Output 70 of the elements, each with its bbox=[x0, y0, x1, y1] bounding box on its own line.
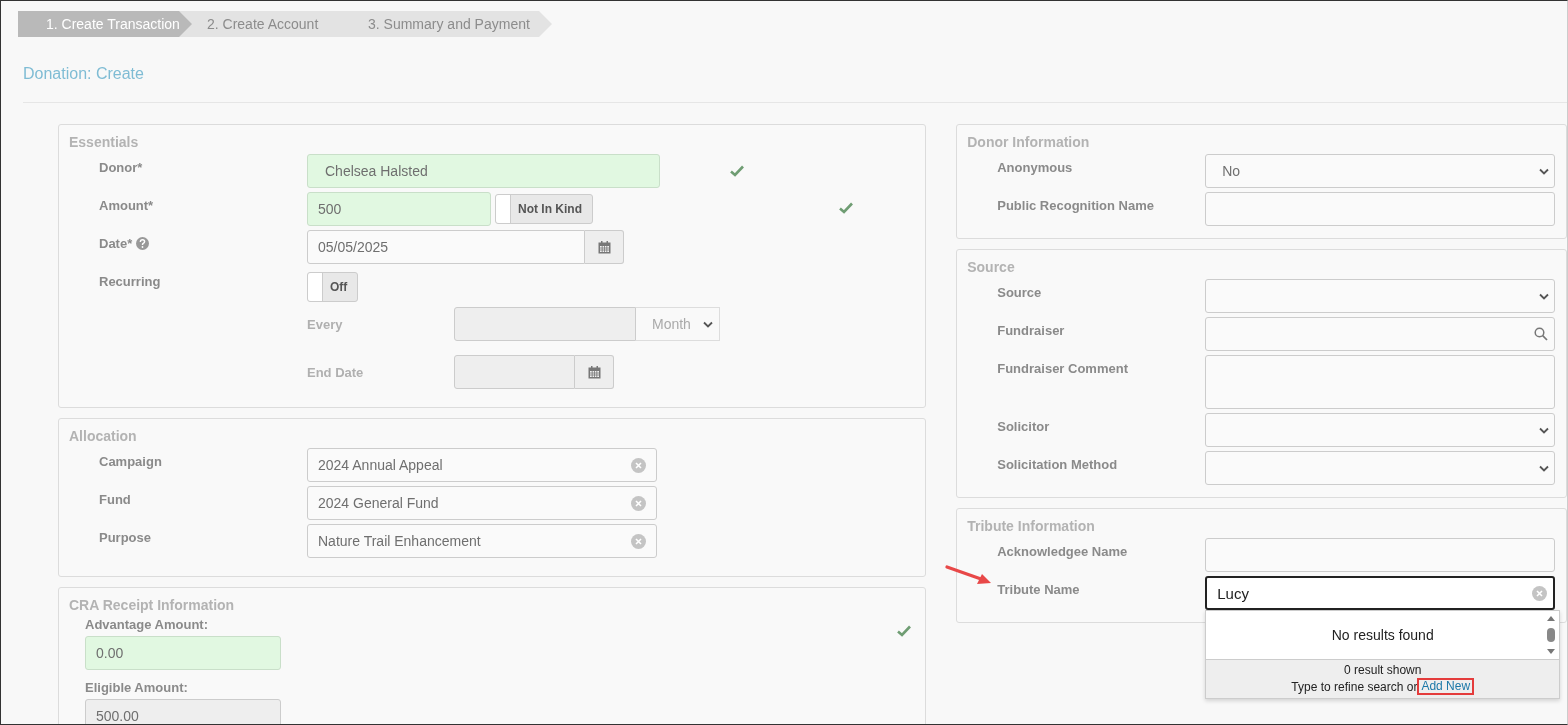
field-label: Fund bbox=[99, 492, 131, 507]
field-label: Campaign bbox=[99, 454, 162, 469]
result-count: 0 result shown bbox=[1344, 662, 1422, 678]
chevron-down-icon bbox=[1539, 292, 1550, 300]
clear-icon[interactable] bbox=[1532, 585, 1548, 601]
empty-message: No results found bbox=[1331, 627, 1434, 643]
dropdown-select[interactable]: No bbox=[1205, 154, 1556, 188]
clear-icon[interactable] bbox=[631, 495, 646, 511]
field-label: Eligible Amount: bbox=[85, 680, 189, 695]
scrollbar-icon[interactable] bbox=[1545, 614, 1558, 656]
chevron-down-icon bbox=[1539, 167, 1550, 175]
toggle-switch[interactable]: Not In Kind bbox=[495, 194, 593, 224]
field-label: Every bbox=[307, 316, 344, 332]
help-icon[interactable] bbox=[136, 237, 150, 250]
text-field[interactable] bbox=[1205, 538, 1556, 572]
field-label: Solicitation Method bbox=[997, 457, 1118, 472]
chevron-down-icon bbox=[703, 320, 713, 328]
date-field[interactable]: 05/05/2025 bbox=[307, 230, 585, 264]
field-label: Recurring bbox=[99, 274, 161, 289]
chevron-down-icon bbox=[1539, 426, 1550, 434]
dropdown-select[interactable] bbox=[1205, 413, 1556, 447]
section-title: CRA Receipt Information bbox=[69, 597, 235, 613]
add-new-link[interactable]: Add New bbox=[1417, 678, 1475, 695]
check-icon bbox=[839, 202, 853, 214]
text-field[interactable]: 2024 Annual Appeal bbox=[307, 448, 657, 482]
text-field[interactable]: 2024 General Fund bbox=[307, 486, 657, 520]
section-title: Donor Information bbox=[967, 134, 1090, 150]
field-label: Solicitor bbox=[997, 419, 1050, 434]
field-label: Source bbox=[997, 285, 1042, 300]
section-title: Source bbox=[967, 259, 1015, 275]
clear-icon[interactable] bbox=[631, 457, 646, 473]
field-label: Anonymous bbox=[997, 160, 1073, 175]
field-label: Fundraiser Comment bbox=[997, 361, 1128, 376]
check-icon bbox=[730, 165, 744, 177]
section-title: Essentials bbox=[69, 134, 139, 150]
field-label: Fundraiser bbox=[997, 323, 1065, 338]
amount-field[interactable]: 0.00 bbox=[85, 636, 281, 670]
toggle-switch[interactable]: Off bbox=[307, 272, 359, 302]
calendar-icon bbox=[587, 365, 601, 379]
check-icon bbox=[897, 625, 912, 637]
page-title: Donation: Create bbox=[23, 65, 144, 83]
field-label: Acknowledgee Name bbox=[997, 544, 1128, 559]
clear-icon[interactable] bbox=[631, 533, 646, 549]
field-label: Tribute Name bbox=[997, 582, 1080, 597]
text-field[interactable]: Nature Trail Enhancement bbox=[307, 524, 657, 558]
amount-field[interactable]: 500 bbox=[307, 192, 491, 226]
search-field[interactable] bbox=[1205, 317, 1556, 351]
field-label: Advantage Amount: bbox=[85, 617, 210, 632]
dropdown-select[interactable] bbox=[1205, 279, 1556, 313]
comment-textarea[interactable] bbox=[1205, 355, 1556, 409]
section-title: Allocation bbox=[69, 428, 137, 444]
text-field[interactable] bbox=[1205, 192, 1556, 226]
field-label: Public Recognition Name bbox=[997, 198, 1154, 213]
dropdown-select[interactable] bbox=[1205, 451, 1556, 485]
wizard-step[interactable]: 2. Create Account bbox=[179, 11, 354, 37]
field-label: Amount* bbox=[99, 198, 154, 213]
wizard-step[interactable]: 3. Summary and Payment bbox=[340, 11, 552, 37]
chevron-down-icon bbox=[1539, 464, 1550, 472]
text-field[interactable]: Chelsea Halsted bbox=[307, 154, 660, 188]
field-label: Purpose bbox=[99, 530, 151, 545]
calendar-icon bbox=[597, 240, 611, 254]
field-label: Date* bbox=[99, 236, 133, 251]
calendar-button[interactable] bbox=[575, 355, 614, 389]
search-field[interactable]: Lucy bbox=[1205, 576, 1556, 610]
calendar-button[interactable] bbox=[585, 230, 624, 264]
field-label: End Date bbox=[307, 364, 365, 380]
field-label: Donor* bbox=[99, 160, 143, 175]
search-icon[interactable] bbox=[1534, 327, 1549, 341]
hint-text: Type to refine search or bbox=[1291, 678, 1418, 695]
section-title: Tribute Information bbox=[967, 518, 1095, 534]
